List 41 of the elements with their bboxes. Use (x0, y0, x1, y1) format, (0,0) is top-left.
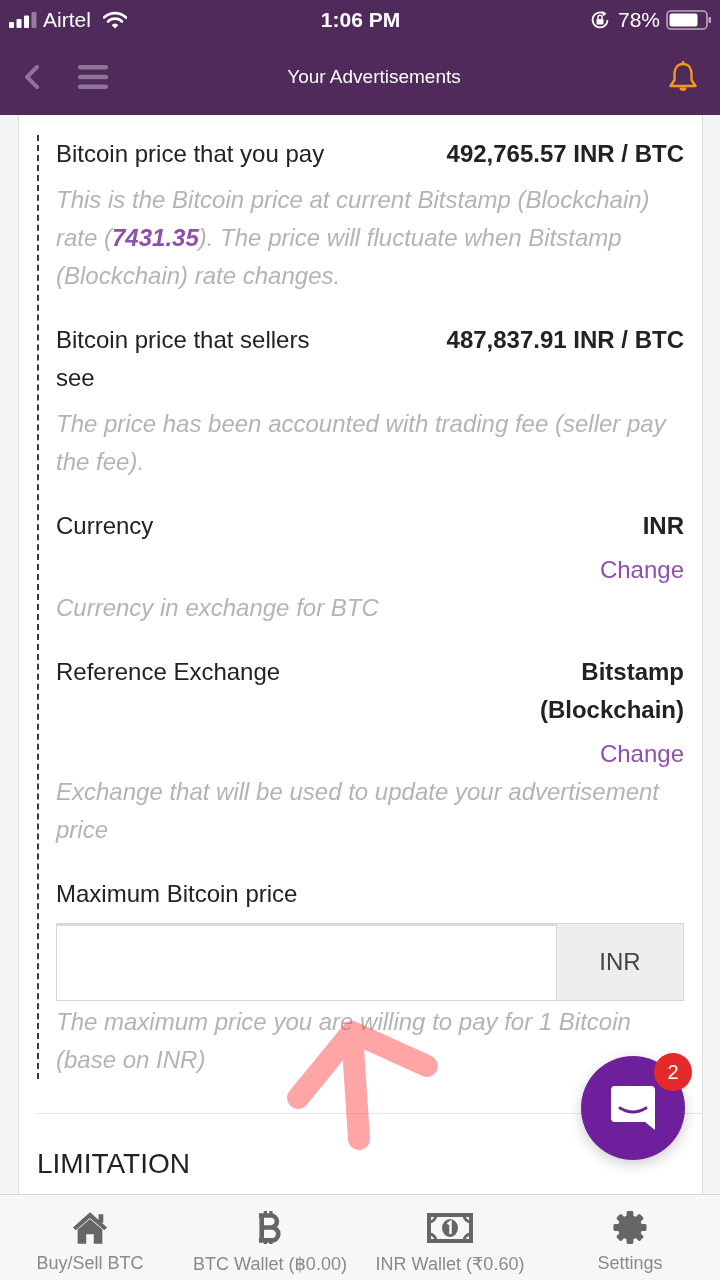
field-label: Bitcoin price that you pay (56, 139, 326, 169)
signal-icon (9, 12, 37, 28)
change-link[interactable]: Change (599, 551, 684, 589)
hint-text: Exchange that will be used to update your advertisement price (56, 777, 661, 845)
field-value: 492,765.57 INR / BTC (446, 139, 684, 169)
back-button[interactable] (24, 64, 40, 89)
clock-time: 1:06 PM (320, 8, 401, 32)
back-icon (24, 64, 40, 89)
field-value: 487,837.91 INR / BTC (446, 325, 684, 355)
currency-addon: INR (556, 923, 684, 1001)
hint-text: Currency in exchange for BTC (56, 593, 380, 623)
hint-text: This is the Bitcoin price at current Bitstamp (Blockchain) rate (7431.35). The price will fluctuate when Bitstamp (Blockchain) rate changes. (56, 185, 651, 291)
menu-button[interactable] (78, 64, 108, 89)
notifications-button[interactable] (668, 60, 698, 93)
field-value: INR (642, 511, 684, 541)
field-label: Bitcoin price that sellers see (56, 325, 311, 393)
battery-icon (666, 10, 712, 30)
tab-item[interactable]: Buy/Sell BTC (0, 1195, 180, 1280)
battery-percent: 78% (617, 8, 660, 32)
settings-icon (611, 1210, 649, 1245)
banknote-icon (427, 1212, 473, 1244)
field-value: Bitstamp (Blockchain) (538, 657, 684, 725)
hint-text: The maximum price you are willing to pay for 1 Bitcoin (base on INR) (56, 1007, 632, 1075)
carrier-name: Airtel (43, 8, 91, 32)
chat-icon (609, 1084, 657, 1132)
tab-item[interactable]: INR Wallet (₹0.60) (360, 1195, 540, 1280)
menu-icon (78, 64, 108, 89)
page-title: Your Advertisements (286, 65, 462, 88)
tab-item[interactable]: BTC Wallet (฿0.00) (180, 1195, 360, 1280)
rotation-lock-icon (589, 10, 610, 30)
bell-icon (668, 60, 698, 93)
change-link[interactable]: Change (599, 735, 684, 773)
field-label: Maximum Bitcoin price (56, 879, 298, 909)
price-input[interactable] (56, 923, 556, 1001)
field-label: Reference Exchange (56, 657, 282, 687)
field-label: Currency (56, 511, 155, 541)
hint-text: The price has been accounted with trading fee (seller pay the fee). (56, 409, 668, 477)
section-title: LIMITATION (37, 1148, 190, 1180)
tab-item[interactable]: Settings (540, 1195, 720, 1280)
wifi-icon (102, 11, 127, 29)
home-icon (71, 1210, 109, 1245)
